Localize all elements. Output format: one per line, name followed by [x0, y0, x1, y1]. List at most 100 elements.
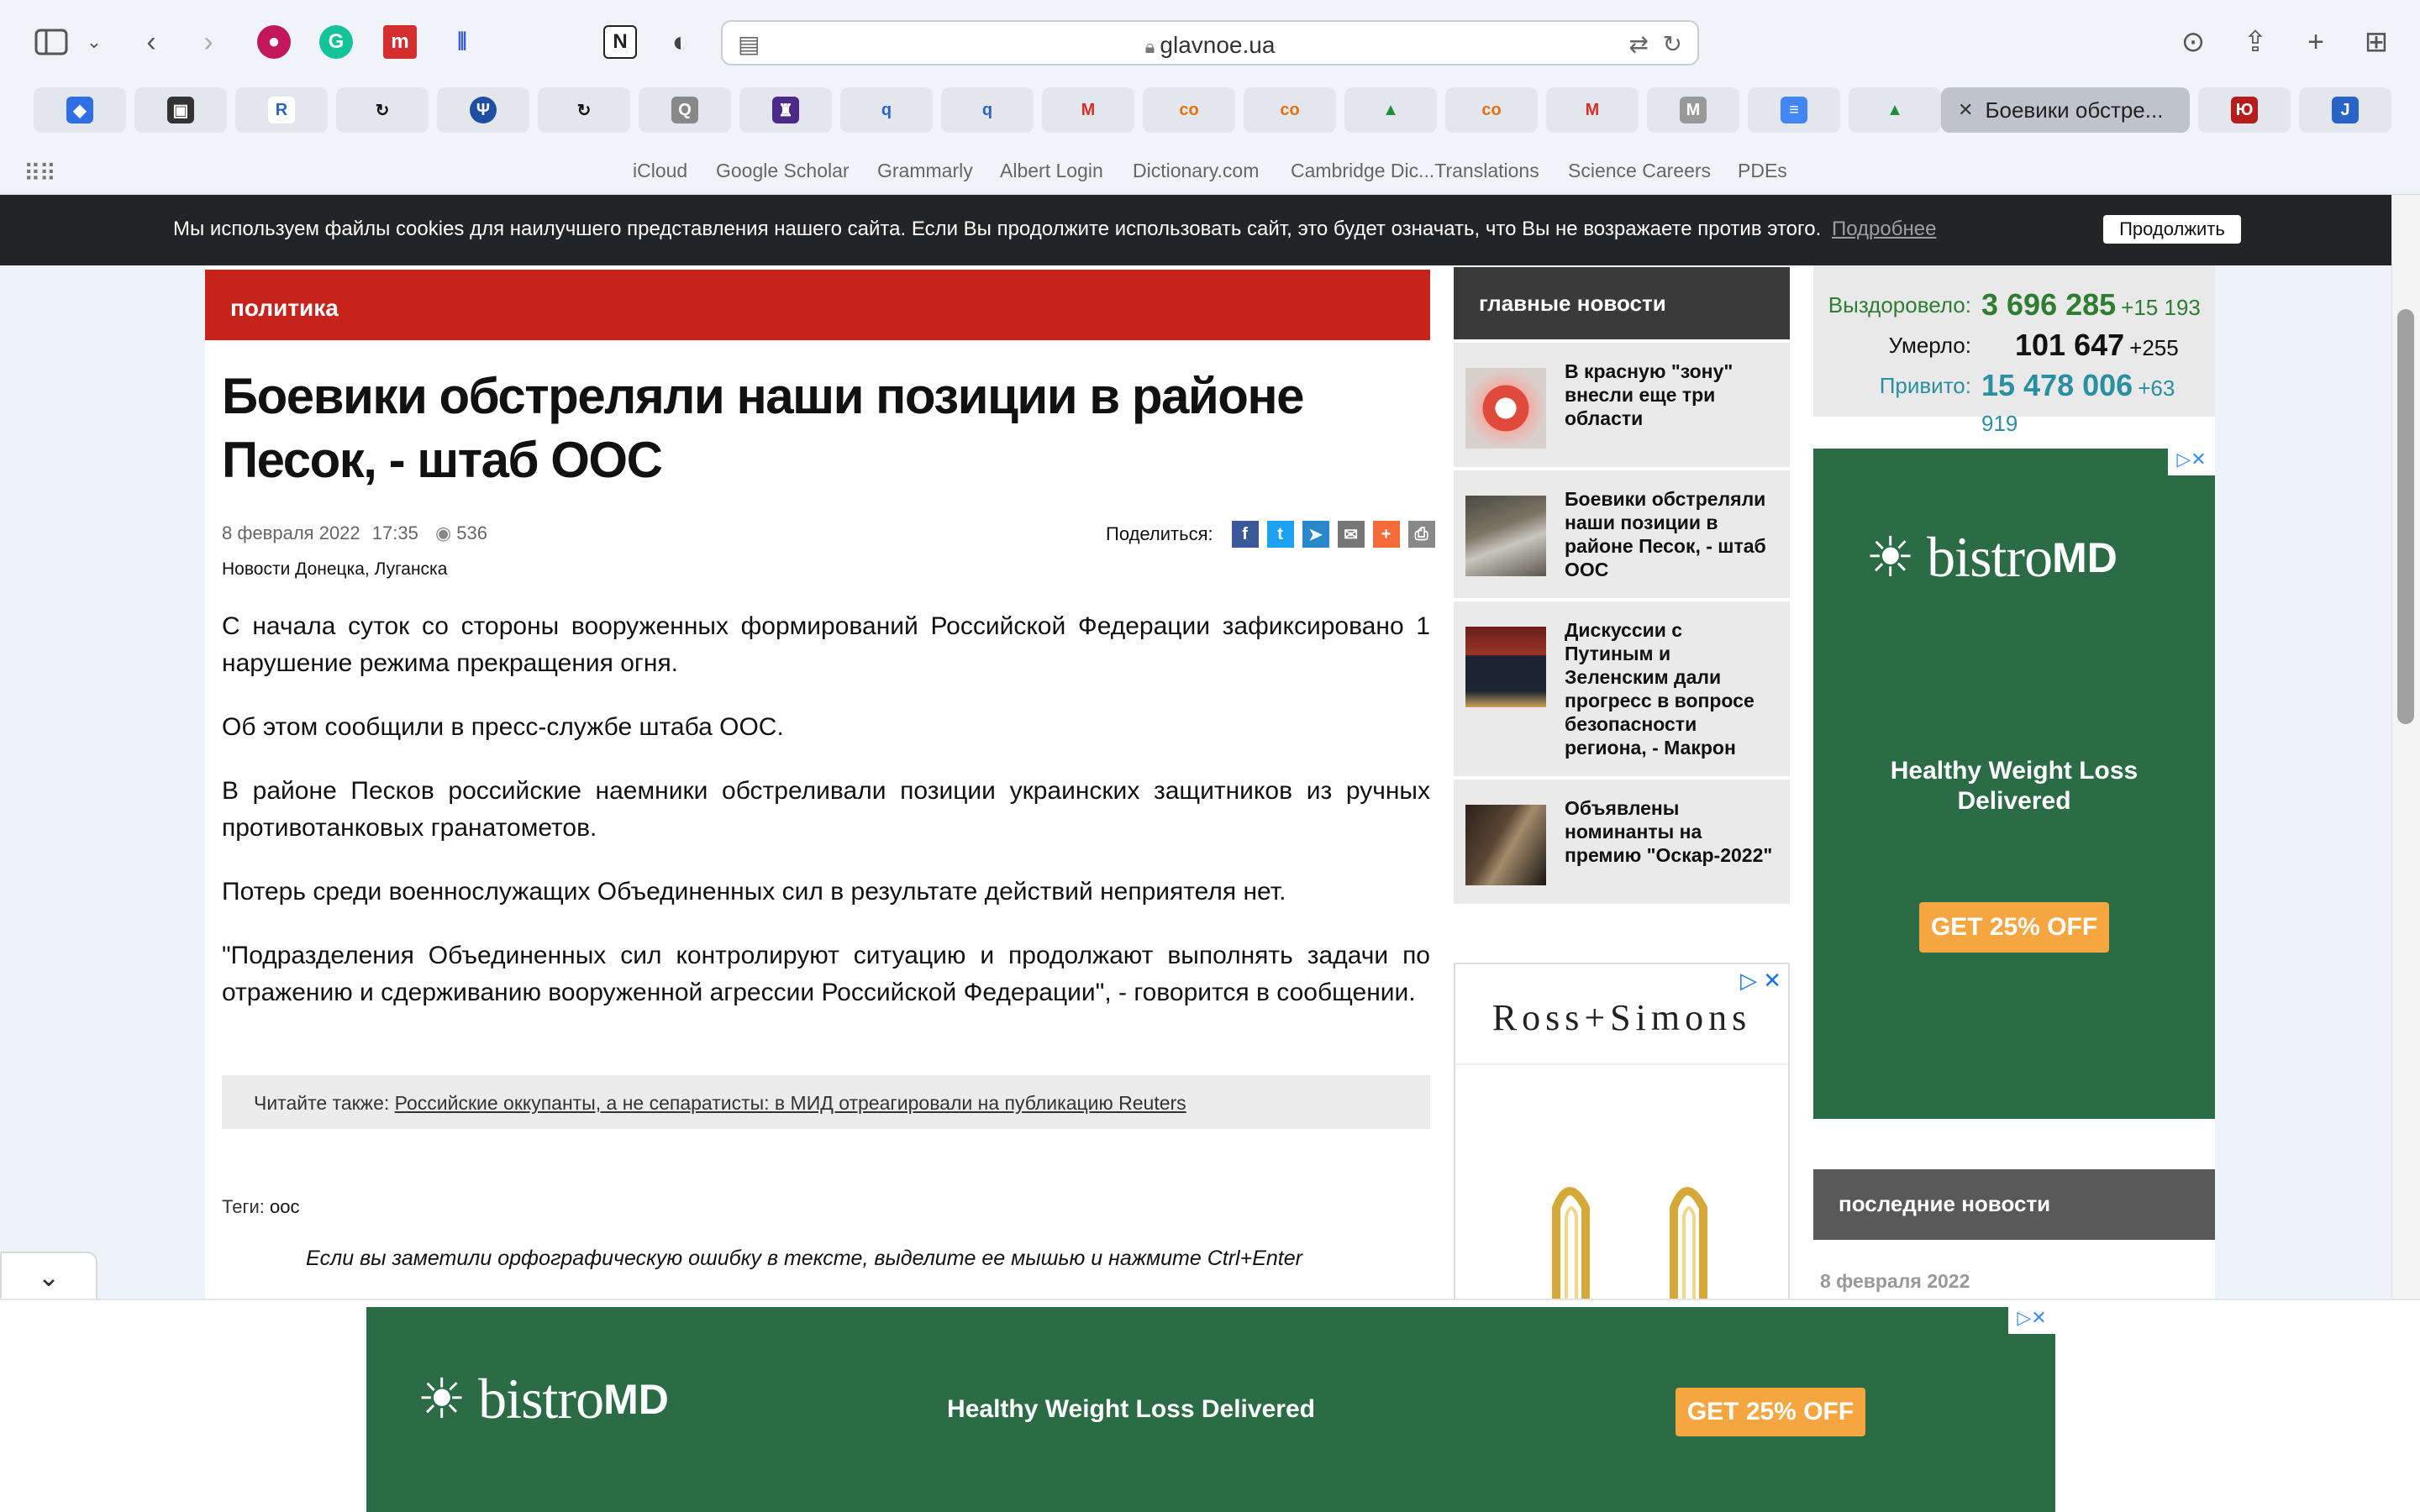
tab[interactable]: co: [1445, 87, 1538, 133]
notion-icon[interactable]: N: [603, 25, 637, 59]
tab[interactable]: ◆: [34, 87, 126, 133]
bookmark-pdes[interactable]: PDEs: [1738, 160, 1787, 182]
tab[interactable]: Ю: [2198, 87, 2291, 133]
main-news-item[interactable]: В красную "зону" внесли еще три области: [1454, 343, 1790, 467]
tab[interactable]: co: [1143, 87, 1235, 133]
print-icon[interactable]: ⎙: [1407, 521, 1435, 548]
translate-icon[interactable]: ⇄: [1629, 30, 1649, 58]
add-share-icon[interactable]: +: [1372, 521, 1400, 548]
twitter-icon[interactable]: t: [1266, 521, 1294, 548]
tab-favicon-icon: Ю: [2231, 97, 2258, 123]
new-tab-icon[interactable]: +: [2297, 24, 2334, 60]
cookie-continue-button[interactable]: Продолжить: [2103, 215, 2241, 244]
downloads-icon[interactable]: ⊙: [2175, 24, 2212, 60]
ad-choices-icon[interactable]: ▷✕: [2008, 1307, 2055, 1334]
tab[interactable]: ▣: [134, 87, 227, 133]
gmail-icon: M: [1585, 100, 1600, 119]
covid-died-label: Умерло:: [1888, 333, 1971, 358]
tab[interactable]: M: [1042, 87, 1134, 133]
bistromd-cta-button[interactable]: GET 25% OFF: [1676, 1388, 1865, 1436]
tab[interactable]: Q: [639, 87, 731, 133]
address-bar[interactable]: ▤ 🔒︎ glavnoe.ua ⇄ ↻: [721, 20, 1699, 66]
tab-active[interactable]: ✕ Боевики обстре...: [1941, 87, 2190, 133]
tab-favicon-icon: q: [981, 100, 993, 119]
close-icon[interactable]: ✕: [1958, 99, 1973, 121]
bistromd-bottom-ad[interactable]: ▷✕ ☀︎ bistro MD Healthy Weight Loss Deliv…: [366, 1307, 2055, 1512]
news-thumbnail: [1465, 368, 1546, 449]
tab[interactable]: ≡: [1748, 87, 1840, 133]
tab[interactable]: Ψ: [437, 87, 529, 133]
back-icon[interactable]: ‹: [134, 24, 168, 60]
tab-overview-icon[interactable]: ⊞: [2358, 24, 2395, 60]
bookmark-albert-login[interactable]: Albert Login: [1000, 160, 1103, 182]
article-body: С начала суток со стороны вооруженных фо…: [222, 608, 1430, 1038]
bookmark-cambridge[interactable]: Cambridge Dic...Translations: [1291, 160, 1539, 182]
ad-choices-icon[interactable]: ▷ ✕: [1740, 968, 1781, 994]
tab[interactable]: M: [1647, 87, 1739, 133]
article-paragraph: Потерь среди военнослужащих Объединенных…: [222, 878, 1286, 906]
covid-died-value: 101 647: [2015, 328, 2125, 362]
share-icon[interactable]: ⇪: [2237, 24, 2274, 60]
article-time: 17:35: [371, 522, 418, 543]
covid-died-row: Умерло: 101 647 +255: [1813, 326, 2215, 366]
tab[interactable]: q: [941, 87, 1034, 133]
bookmark-google-scholar[interactable]: Google Scholar: [716, 160, 850, 182]
tab-favicon-icon: ↻: [375, 101, 390, 120]
tab[interactable]: M: [1546, 87, 1639, 133]
tab[interactable]: ▲: [1849, 87, 1941, 133]
forward-icon[interactable]: ›: [192, 24, 225, 60]
extension-icon[interactable]: ●: [257, 25, 291, 59]
apps-grid-icon[interactable]: ⠿⠿: [24, 160, 56, 187]
share-bar: Поделиться: f t ➤ ✉ + ⎙: [1106, 521, 1435, 548]
main-news-item[interactable]: Дискуссии с Путиным и Зеленским дали про…: [1454, 601, 1790, 776]
tab[interactable]: R: [235, 87, 328, 133]
bistromd-cta-button[interactable]: GET 25% OFF: [1919, 902, 2109, 953]
main-news-title[interactable]: Дискуссии с Путиным и Зеленским дали про…: [1565, 618, 1773, 759]
sidebar-toggle-icon[interactable]: [32, 24, 71, 60]
main-news-title[interactable]: Объявлены номинанты на премию "Оскар-202…: [1565, 796, 1773, 867]
article-date: 8 февраля 2022: [222, 522, 360, 543]
tab-favicon-icon: q: [881, 100, 892, 119]
browser-toolbar: ⌄ ‹ › ● G m ⫼ N ◐ ▤ 🔒︎ glavnoe.ua ⇄ ↻ ⊙ …: [0, 0, 2420, 195]
bookmark-science-careers[interactable]: Science Careers: [1568, 160, 1711, 182]
tab-favicon-icon: ↻: [576, 101, 592, 120]
telegram-icon[interactable]: ➤: [1302, 521, 1329, 548]
news-thumbnail: [1465, 496, 1546, 576]
ad-collapse-button[interactable]: ⌄: [0, 1252, 97, 1300]
cookie-more-link[interactable]: Подробнее: [1832, 218, 1936, 240]
main-news-title[interactable]: В красную "зону" внесли еще три области: [1565, 360, 1773, 430]
ad-choices-icon[interactable]: ▷✕: [2168, 449, 2215, 475]
earrings-image: [1552, 1187, 1707, 1302]
mendeley-icon[interactable]: m: [383, 25, 417, 59]
tab[interactable]: ▲: [1344, 87, 1437, 133]
main-news-item[interactable]: Боевики обстреляли наши позиции в районе…: [1454, 470, 1790, 598]
tab[interactable]: ↻: [336, 87, 429, 133]
bookmark-icloud[interactable]: iCloud: [633, 160, 687, 182]
facebook-icon[interactable]: f: [1231, 521, 1259, 548]
bookmark-dictionary[interactable]: Dictionary.com: [1133, 160, 1259, 182]
tab[interactable]: co: [1244, 87, 1336, 133]
see-also-link[interactable]: Российские оккупанты, а не сепаратисты: …: [395, 1092, 1186, 1114]
main-news-item[interactable]: Объявлены номинанты на премию "Оскар-202…: [1454, 780, 1790, 904]
reload-icon[interactable]: ↻: [1663, 30, 1682, 58]
tab[interactable]: Ј: [2299, 87, 2391, 133]
article-paragraph: Об этом сообщили в пресс-службе штаба ОО…: [222, 713, 784, 741]
email-icon[interactable]: ✉: [1337, 521, 1365, 548]
tag-link[interactable]: оос: [270, 1196, 299, 1217]
tab[interactable]: ↻: [538, 87, 630, 133]
chevron-down-icon[interactable]: ⌄: [82, 24, 106, 60]
eye-icon: ◉: [434, 522, 452, 543]
section-title[interactable]: политика: [205, 270, 1430, 340]
grammarly-icon[interactable]: G: [319, 25, 353, 59]
shield-icon[interactable]: ◐: [664, 25, 697, 59]
scrollbar-thumb[interactable]: [2397, 309, 2414, 724]
scrollbar[interactable]: [2391, 195, 2420, 1299]
article-region[interactable]: Новости Донецка, Луганска: [222, 559, 447, 580]
tab[interactable]: q: [840, 87, 933, 133]
bistromd-side-ad[interactable]: ▷✕ ☀︎ bistro MD Healthy Weight Loss Deliv…: [1813, 449, 2215, 1119]
bookmark-grammarly[interactable]: Grammarly: [877, 160, 973, 182]
tab[interactable]: ♜: [739, 87, 832, 133]
chart-extension-icon[interactable]: ⫼: [445, 25, 479, 59]
main-news-title[interactable]: Боевики обстреляли наши позиции в районе…: [1565, 487, 1773, 581]
ross-simons-ad[interactable]: ▷ ✕ Ross+Simons: [1454, 963, 1790, 1302]
